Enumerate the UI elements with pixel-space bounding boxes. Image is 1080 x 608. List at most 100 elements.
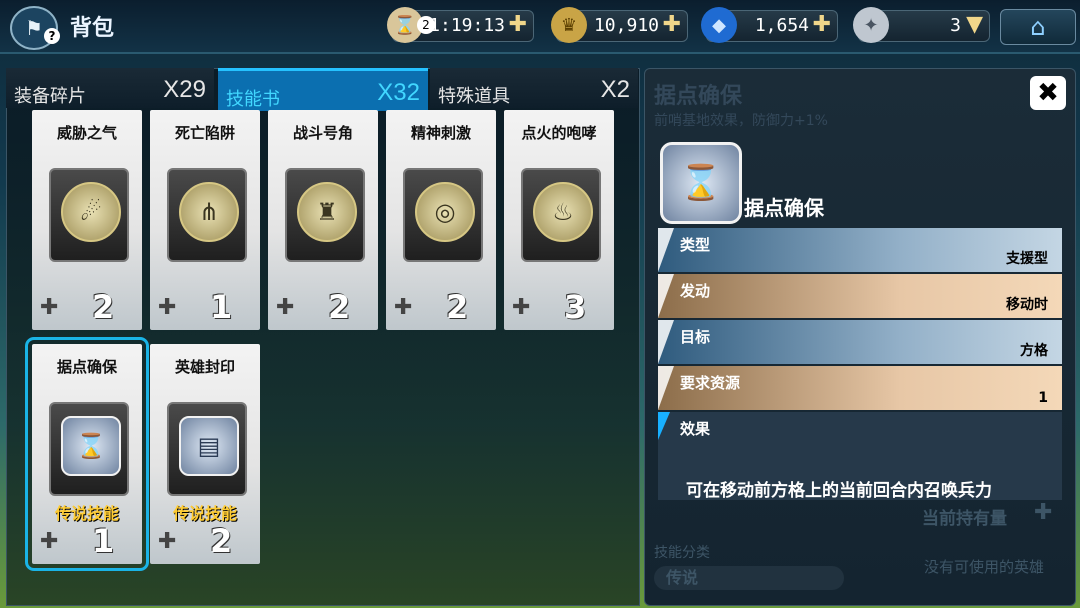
tab-count: X2 <box>600 76 630 103</box>
home-button[interactable]: ⌂ <box>1000 9 1076 45</box>
help-icon[interactable]: ? <box>44 28 60 44</box>
horn-icon: ♜ <box>297 182 357 242</box>
timer-resource: ⌛ 2 1:19:13 ✚ <box>387 7 534 43</box>
row-value: 1 <box>1038 390 1048 406</box>
row-key: 类型 <box>680 236 711 254</box>
row-wedge <box>658 274 674 318</box>
puzzle-icon: ✚ <box>394 295 413 320</box>
owned-label: 当前持有量 <box>922 509 1007 529</box>
skill-book: ☄ <box>49 168 129 262</box>
puzzle-icon: ✚ <box>512 295 531 320</box>
tab-label: 技能书 <box>226 89 280 110</box>
puzzle-icon: ✚ <box>158 529 177 554</box>
skill-book: ⋔ <box>167 168 247 262</box>
skill-count: 2 <box>328 288 351 326</box>
legendary-label: 传说技能 <box>54 504 119 523</box>
skill-card[interactable]: 死亡陷阱 ⋔ ✚ 1 <box>150 110 260 330</box>
gem-value: 1,654 <box>754 15 809 36</box>
skill-name: 据点确保 <box>56 358 117 376</box>
skill-card[interactable]: 英雄封印 ▤ 传说技能 ✚ 2 <box>150 344 260 564</box>
puzzle-icon: ✚ <box>40 529 59 554</box>
row-wedge <box>658 228 674 272</box>
tab-equipment-fragments[interactable]: 装备碎片 X29 <box>6 68 214 108</box>
detail-row-type: 类型 支援型 <box>658 228 1062 272</box>
gold-resource: ♛ 10,910 ✚ <box>551 7 688 43</box>
skill-card[interactable]: 战斗号角 ♜ ✚ 2 <box>268 110 378 330</box>
drum-icon: ◎ <box>415 182 475 242</box>
crystal-value: 3 <box>950 15 961 36</box>
no-hero-label: 没有可使用的英雄 <box>924 558 1045 576</box>
row-wedge <box>658 320 674 364</box>
timer-value: 1:19:13 <box>429 15 505 36</box>
row-wedge <box>658 366 674 410</box>
skill-count: 1 <box>92 522 115 560</box>
effect-box: 效果 可在移动前方格上的当前回合内召唤兵力 <box>658 412 1062 501</box>
hourglass-icon: ⌛ <box>61 416 121 476</box>
tab-special-items[interactable]: 特殊道具 X2 <box>430 68 638 108</box>
effect-wedge <box>658 412 670 440</box>
row-value: 支援型 <box>1006 251 1048 267</box>
puzzle-icon: ✚ <box>158 295 177 320</box>
skill-count: 3 <box>564 288 587 326</box>
skill-card[interactable]: 威胁之气 ☄ ✚ 2 <box>32 110 142 330</box>
skill-name: 战斗号角 <box>292 124 353 142</box>
tab-label: 装备碎片 <box>14 86 86 107</box>
tab-label: 特殊道具 <box>438 86 510 107</box>
detail-row-resource: 要求资源 1 <box>658 366 1062 410</box>
crystal-icon: ✦ <box>853 7 889 43</box>
seal-icon: ▤ <box>179 416 239 476</box>
skill-count: 1 <box>210 288 233 326</box>
tab-count: X29 <box>163 76 206 103</box>
row-key: 要求资源 <box>680 374 741 392</box>
background-subtitle: 前哨基地效果，防御力+1% <box>654 113 828 129</box>
trap-icon: ⋔ <box>179 182 239 242</box>
top-bar: ⚑ ? 背包 ⌛ 2 1:19:13 ✚ ♛ 10,910 ✚ ◆ 1,654 … <box>0 0 1080 54</box>
home-icon: ⌂ <box>1030 13 1046 41</box>
row-value: 移动时 <box>1006 297 1048 313</box>
skill-name: 英雄封印 <box>174 358 235 376</box>
detail-skill-name: 据点确保 <box>744 196 824 220</box>
detail-row-trigger: 发动 移动时 <box>658 274 1062 318</box>
gem-icon: ◆ <box>701 7 737 43</box>
skill-name: 威胁之气 <box>56 124 117 142</box>
skill-card[interactable]: 精神刺激 ◎ ✚ 2 <box>386 110 496 330</box>
gold-value: 10,910 <box>593 15 659 36</box>
skill-book: ⌛ <box>49 402 129 496</box>
row-value: 方格 <box>1020 343 1048 359</box>
fire-icon: ♨ <box>533 182 593 242</box>
skill-count: 2 <box>446 288 469 326</box>
page-title: 背包 <box>70 16 115 41</box>
skill-count: 2 <box>92 288 115 326</box>
add-gem-button[interactable]: ✚ <box>813 12 831 37</box>
add-gold-button[interactable]: ✚ <box>663 12 681 37</box>
gem-resource: ◆ 1,654 ✚ <box>701 7 838 43</box>
crystal-resource: ✦ 3 ▼ <box>853 7 990 43</box>
skill-name: 点火的咆哮 <box>521 124 597 142</box>
crystal-dropdown-button[interactable]: ▼ <box>966 12 983 37</box>
add-time-button[interactable]: ✚ <box>509 12 527 37</box>
skill-book: ♨ <box>521 168 601 262</box>
row-key: 发动 <box>680 282 711 300</box>
coin-icon: ♛ <box>551 7 587 43</box>
close-button[interactable]: ✖ <box>1030 76 1066 110</box>
inventory-tabs: 装备碎片 X29 技能书 X32 特殊道具 X2 <box>6 68 638 111</box>
background-title: 据点确保 <box>654 84 743 109</box>
skill-card[interactable]: 点火的咆哮 ♨ ✚ 3 <box>504 110 614 330</box>
puzzle-icon: ✚ <box>1034 500 1053 525</box>
skill-count: 2 <box>210 522 233 560</box>
skill-name: 死亡陷阱 <box>174 124 235 142</box>
skill-card-selected[interactable]: 据点确保 ⌛ 传说技能 ✚ 1 <box>25 337 149 571</box>
puzzle-icon: ✚ <box>276 295 295 320</box>
skill-category-chip: 传说 <box>654 566 844 590</box>
skill-name: 精神刺激 <box>410 124 471 142</box>
hourglass-icon: ⌛ <box>660 142 742 224</box>
skill-category-label: 技能分类 <box>654 545 710 561</box>
detail-row-target: 目标 方格 <box>658 320 1062 364</box>
effect-label: 效果 <box>680 420 711 438</box>
skill-book: ◎ <box>403 168 483 262</box>
tab-skill-books[interactable]: 技能书 X32 <box>218 68 428 111</box>
roar-icon: ☄ <box>61 182 121 242</box>
puzzle-icon: ✚ <box>40 295 59 320</box>
tab-count: X32 <box>377 79 420 106</box>
skill-book: ▤ <box>167 402 247 496</box>
